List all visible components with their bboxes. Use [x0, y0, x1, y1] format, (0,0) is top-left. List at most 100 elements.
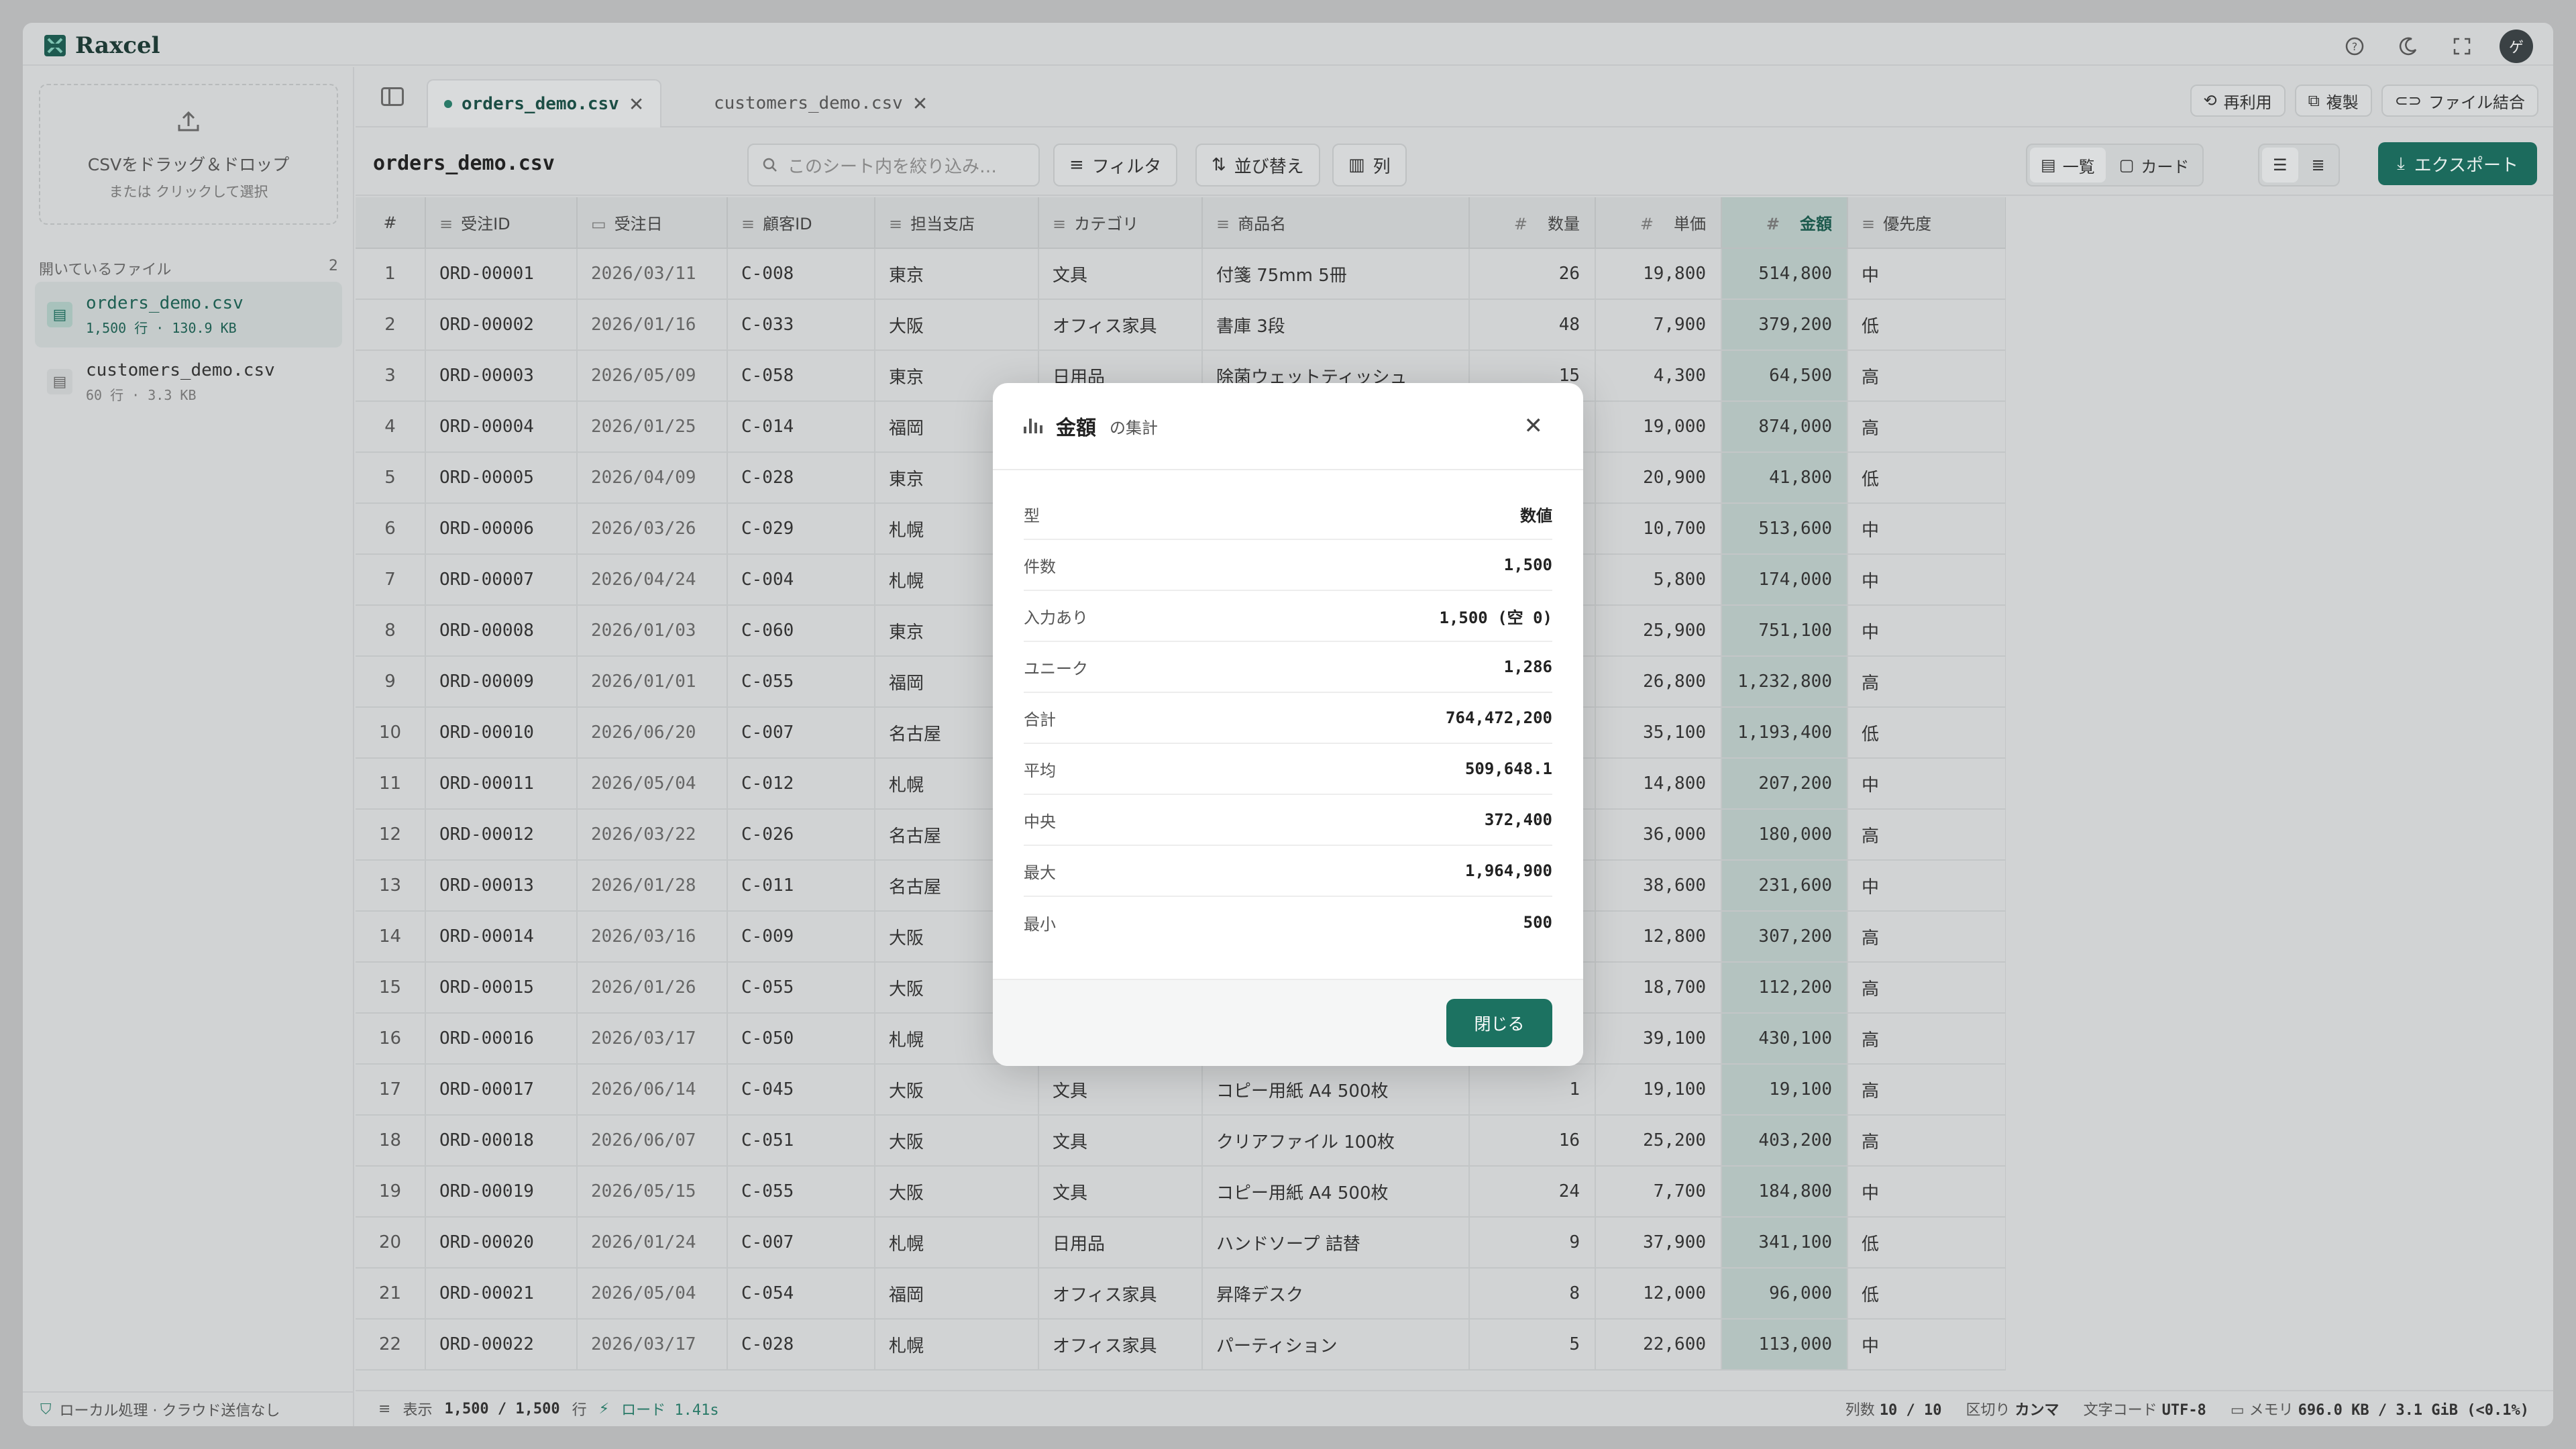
table-cell[interactable]: ORD-00001: [425, 248, 578, 300]
table-cell[interactable]: 25,200: [1595, 1115, 1722, 1167]
table-cell[interactable]: ORD-00013: [425, 860, 578, 912]
table-cell[interactable]: ORD-00016: [425, 1013, 578, 1065]
table-cell[interactable]: 513,600: [1721, 503, 1848, 555]
table-cell[interactable]: コピー用紙 A4 500枚: [1202, 1166, 1470, 1218]
table-cell[interactable]: 184,800: [1721, 1166, 1848, 1218]
table-cell[interactable]: C-026: [727, 809, 875, 861]
table-cell[interactable]: ORD-00004: [425, 401, 578, 453]
table-cell[interactable]: 高: [1847, 656, 2006, 708]
sidebar-toggle-icon[interactable]: [381, 87, 404, 106]
table-cell[interactable]: C-029: [727, 503, 875, 555]
table-cell[interactable]: ORD-00006: [425, 503, 578, 555]
tab-orders[interactable]: orders_demo.csv ✕: [427, 79, 662, 127]
table-cell[interactable]: 2026/06/20: [577, 707, 728, 759]
file-item-customers[interactable]: ▤ customers_demo.csv 60 行 · 3.3 KB: [35, 349, 342, 415]
column-header[interactable]: ≡ 優先度: [1847, 197, 2006, 249]
close-button[interactable]: 閉じる: [1446, 999, 1552, 1047]
table-cell[interactable]: 中: [1847, 248, 2006, 300]
table-cell[interactable]: 中: [1847, 1166, 2006, 1218]
table-cell[interactable]: 2026/06/07: [577, 1115, 728, 1167]
table-cell[interactable]: 2026/04/24: [577, 554, 728, 606]
table-cell[interactable]: 4: [356, 401, 426, 453]
table-row[interactable]: 18 ORD-00018 2026/06/07 C-051 大阪 文具 クリアファイル 10…: [356, 1115, 2006, 1167]
table-cell[interactable]: 38,600: [1595, 860, 1722, 912]
table-cell[interactable]: 9: [356, 656, 426, 708]
table-cell[interactable]: ORD-00020: [425, 1217, 578, 1269]
table-cell[interactable]: 39,100: [1595, 1013, 1722, 1065]
avatar[interactable]: ゲ: [2500, 30, 2533, 63]
table-cell[interactable]: C-004: [727, 554, 875, 606]
table-cell[interactable]: C-058: [727, 350, 875, 402]
table-cell[interactable]: 2026/01/25: [577, 401, 728, 453]
table-cell[interactable]: 10,700: [1595, 503, 1722, 555]
join-files-button[interactable]: ⊂⊃ ファイル結合: [2381, 85, 2538, 117]
table-cell[interactable]: C-055: [727, 962, 875, 1014]
table-cell[interactable]: オフィス家具: [1038, 299, 1203, 351]
table-cell[interactable]: 96,000: [1721, 1268, 1848, 1320]
table-cell[interactable]: 2026/03/16: [577, 911, 728, 963]
table-cell[interactable]: 文具: [1038, 1115, 1203, 1167]
table-cell[interactable]: 高: [1847, 911, 2006, 963]
table-cell[interactable]: オフィス家具: [1038, 1319, 1203, 1371]
table-cell[interactable]: 低: [1847, 452, 2006, 504]
table-cell[interactable]: 東京: [875, 248, 1039, 300]
view-card-button[interactable]: ▢ カード: [2108, 148, 2200, 182]
table-row[interactable]: 19 ORD-00019 2026/05/15 C-055 大阪 文具 コピー用紙 A4 5…: [356, 1166, 2006, 1218]
table-cell[interactable]: 14,800: [1595, 758, 1722, 810]
table-cell[interactable]: 12,800: [1595, 911, 1722, 963]
table-cell[interactable]: 日用品: [1038, 1217, 1203, 1269]
table-cell[interactable]: C-007: [727, 1217, 875, 1269]
table-cell[interactable]: 高: [1847, 1064, 2006, 1116]
table-cell[interactable]: ORD-00022: [425, 1319, 578, 1371]
table-cell[interactable]: 48: [1469, 299, 1596, 351]
column-header[interactable]: # 金額: [1721, 197, 1848, 249]
close-icon[interactable]: ✕: [629, 93, 644, 115]
table-cell[interactable]: C-008: [727, 248, 875, 300]
table-cell[interactable]: クリアファイル 100枚: [1202, 1115, 1470, 1167]
table-cell[interactable]: 2026/06/14: [577, 1064, 728, 1116]
table-cell[interactable]: ORD-00008: [425, 605, 578, 657]
table-row[interactable]: 21 ORD-00021 2026/05/04 C-054 福岡 オフィス家具 昇降デスク 8…: [356, 1268, 2006, 1320]
table-row[interactable]: 17 ORD-00017 2026/06/14 C-045 大阪 文具 コピー用紙 A4 5…: [356, 1064, 2006, 1116]
table-cell[interactable]: 12,000: [1595, 1268, 1722, 1320]
table-cell[interactable]: ORD-00014: [425, 911, 578, 963]
table-cell[interactable]: 13: [356, 860, 426, 912]
table-cell[interactable]: 低: [1847, 1217, 2006, 1269]
table-cell[interactable]: 21: [356, 1268, 426, 1320]
table-cell[interactable]: 中: [1847, 554, 2006, 606]
table-cell[interactable]: ORD-00012: [425, 809, 578, 861]
table-cell[interactable]: 24: [1469, 1166, 1596, 1218]
table-cell[interactable]: 341,100: [1721, 1217, 1848, 1269]
table-cell[interactable]: 2026/03/11: [577, 248, 728, 300]
table-cell[interactable]: 379,200: [1721, 299, 1848, 351]
table-cell[interactable]: 19,800: [1595, 248, 1722, 300]
table-cell[interactable]: ORD-00007: [425, 554, 578, 606]
table-cell[interactable]: 高: [1847, 1013, 2006, 1065]
table-cell[interactable]: C-012: [727, 758, 875, 810]
table-cell[interactable]: 8: [1469, 1268, 1596, 1320]
table-cell[interactable]: C-033: [727, 299, 875, 351]
table-cell[interactable]: パーティション: [1202, 1319, 1470, 1371]
table-cell[interactable]: 1: [1469, 1064, 1596, 1116]
table-cell[interactable]: 文具: [1038, 248, 1203, 300]
table-cell[interactable]: 札幌: [875, 1319, 1039, 1371]
table-cell[interactable]: 大阪: [875, 299, 1039, 351]
table-cell[interactable]: C-009: [727, 911, 875, 963]
table-cell[interactable]: 26,800: [1595, 656, 1722, 708]
column-header[interactable]: ≡ 商品名: [1202, 197, 1470, 249]
table-row[interactable]: 20 ORD-00020 2026/01/24 C-007 札幌 日用品 ハンドソープ 詰替…: [356, 1217, 2006, 1269]
moon-icon[interactable]: [2392, 30, 2424, 62]
table-cell[interactable]: コピー用紙 A4 500枚: [1202, 1064, 1470, 1116]
table-cell[interactable]: 64,500: [1721, 350, 1848, 402]
table-cell[interactable]: 文具: [1038, 1064, 1203, 1116]
table-cell[interactable]: 書庫 3段: [1202, 299, 1470, 351]
table-cell[interactable]: 37,900: [1595, 1217, 1722, 1269]
table-cell[interactable]: 5,800: [1595, 554, 1722, 606]
table-cell[interactable]: 5: [356, 452, 426, 504]
view-list-button[interactable]: ▤ 一覧: [2030, 148, 2106, 182]
table-cell[interactable]: 低: [1847, 299, 2006, 351]
table-cell[interactable]: 大阪: [875, 1064, 1039, 1116]
table-cell[interactable]: 403,200: [1721, 1115, 1848, 1167]
table-cell[interactable]: 低: [1847, 707, 2006, 759]
table-cell[interactable]: 中: [1847, 605, 2006, 657]
